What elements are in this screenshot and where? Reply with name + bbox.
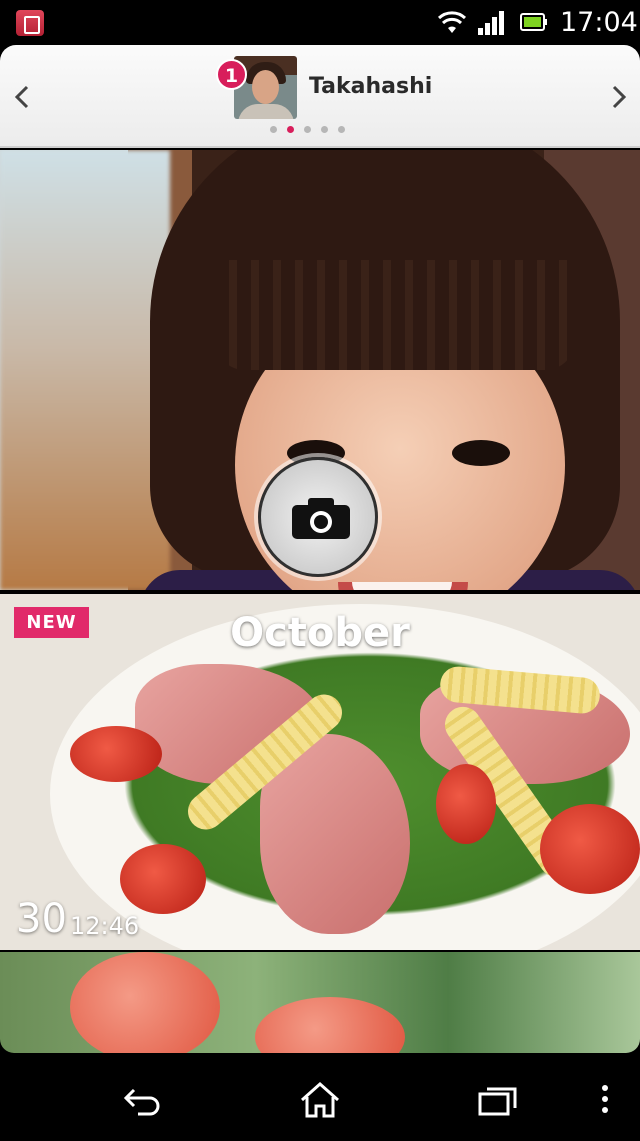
photo-tile-october[interactable]: NEW October 30 12:46 (0, 594, 640, 950)
back-icon[interactable] (120, 1080, 164, 1120)
wifi-icon (437, 11, 467, 33)
page-dot[interactable] (270, 126, 277, 133)
page-dot[interactable] (338, 126, 345, 133)
signal-icon (478, 11, 504, 35)
home-icon[interactable] (298, 1080, 342, 1120)
photo-tile-flower[interactable] (0, 952, 640, 1053)
app-notification-icon (16, 10, 44, 36)
camera-icon (292, 498, 350, 539)
chevron-left-icon[interactable] (10, 79, 34, 115)
date-time: 12:46 (70, 912, 140, 940)
page-dot[interactable] (321, 126, 328, 133)
battery-icon (520, 13, 547, 31)
user-name: Takahashi (309, 74, 433, 99)
page-dot[interactable] (304, 126, 311, 133)
chevron-right-icon[interactable] (607, 79, 631, 115)
menu-icon[interactable] (595, 1080, 615, 1120)
notification-badge: 1 (216, 59, 247, 90)
date-day: 30 (16, 896, 67, 942)
status-bar: 17:04 (0, 0, 640, 44)
profile-header: 1 Takahashi (0, 45, 640, 148)
navigation-bar (0, 1058, 640, 1141)
page-indicator (270, 126, 345, 136)
camera-button[interactable] (258, 457, 378, 577)
page-dot-active[interactable] (287, 126, 294, 133)
recent-apps-icon[interactable] (475, 1080, 519, 1120)
month-label: October (230, 610, 410, 656)
status-time: 17:04 (560, 7, 638, 38)
